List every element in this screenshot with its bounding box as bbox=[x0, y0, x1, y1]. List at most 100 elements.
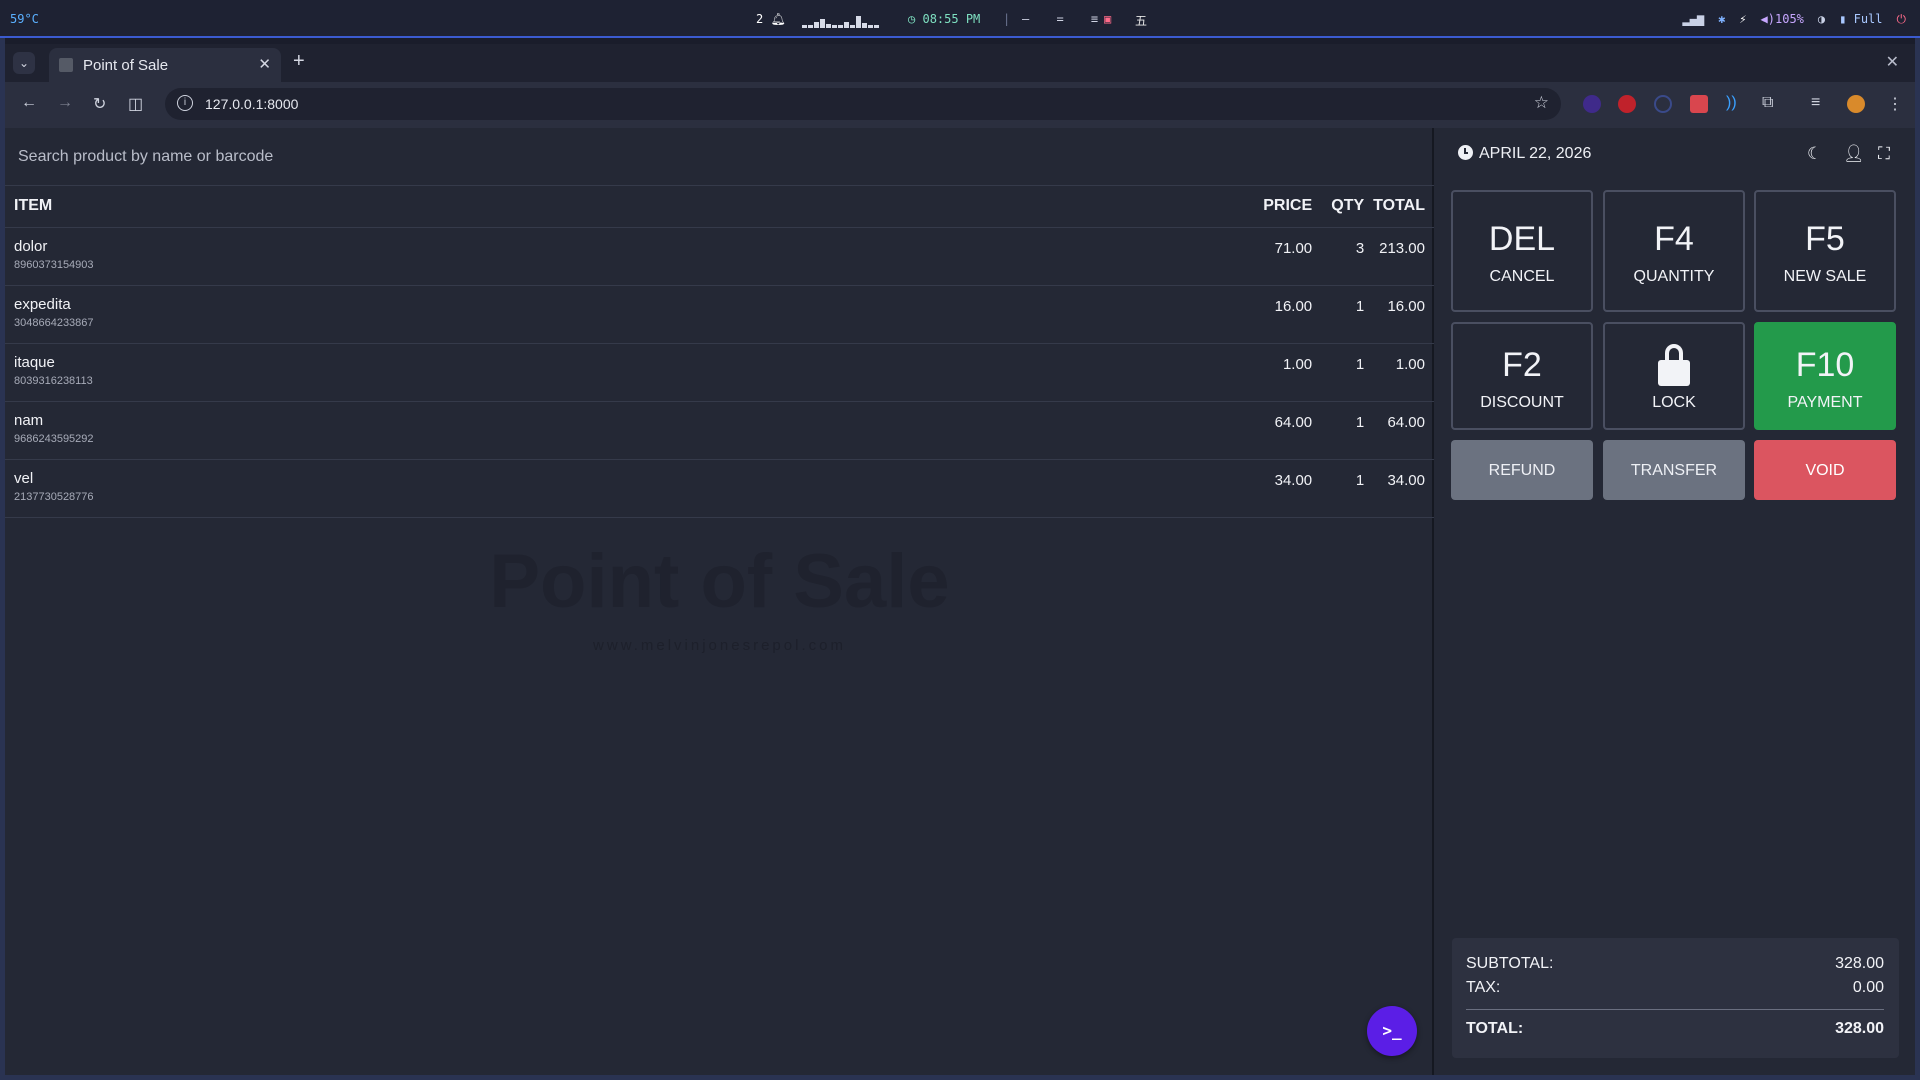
transfer-button[interactable]: TRANSFER bbox=[1603, 440, 1745, 500]
system-bar: 59°C 2 🔔︎ ◷ 08:55 PM | — = ≡ ▣ 五 ▂▄▆ ✱ ⚡… bbox=[0, 0, 1920, 38]
subtotal-value: 328.00 bbox=[1835, 955, 1884, 972]
temperature-readout: 59°C bbox=[10, 12, 39, 26]
item-qty: 1 bbox=[1321, 343, 1374, 402]
item-qty: 1 bbox=[1321, 401, 1374, 460]
key-label: TRANSFER bbox=[1630, 462, 1718, 479]
item-name: vel bbox=[14, 469, 34, 487]
table-row[interactable]: dolor 8960373154903 71.00 3 213.00 bbox=[5, 227, 1434, 286]
totals-divider bbox=[1466, 1009, 1884, 1010]
cancel-button[interactable]: DEL CANCEL bbox=[1451, 190, 1593, 312]
item-price: 1.00 bbox=[1251, 343, 1322, 402]
layout-indicator[interactable]: — = ≡ bbox=[1022, 12, 1108, 26]
item-barcode: 8960373154903 bbox=[14, 258, 94, 271]
tab-point-of-sale[interactable]: Point of Sale ✕ bbox=[49, 48, 281, 82]
tab-strip: ⌄ Point of Sale ✕ + ✕ bbox=[5, 44, 1915, 82]
volume-indicator[interactable]: ◀)105% bbox=[1761, 12, 1804, 27]
close-tab-icon[interactable]: ✕ bbox=[258, 55, 271, 73]
search-input[interactable] bbox=[5, 128, 1434, 186]
desktop-frame: 59°C 2 🔔︎ ◷ 08:55 PM | — = ≡ ▣ 五 ▂▄▆ ✱ ⚡… bbox=[0, 0, 1920, 1080]
address-bar[interactable]: i 127.0.0.1:8000 ☆ bbox=[165, 88, 1561, 120]
item-barcode: 8039316238113 bbox=[14, 374, 93, 387]
table-row[interactable]: expedita 3048664233867 16.00 1 16.00 bbox=[5, 285, 1434, 344]
totals-box: SUBTOTAL: 328.00 TAX: 0.00 TOTAL: 328.00 bbox=[1452, 938, 1899, 1058]
table-row[interactable]: nam 9686243595292 64.00 1 64.00 bbox=[5, 401, 1434, 460]
void-button[interactable]: VOID bbox=[1754, 440, 1896, 500]
workspace-kanji[interactable]: 五 bbox=[1135, 12, 1147, 29]
shutdown-icon[interactable]: ⏻ bbox=[1897, 12, 1907, 27]
extensions-puzzle-icon[interactable]: ⧉ bbox=[1762, 94, 1773, 112]
contrast-icon[interactable]: ◑ bbox=[1818, 12, 1825, 27]
extension-icon[interactable] bbox=[1654, 95, 1672, 113]
lock-icon bbox=[1658, 344, 1690, 386]
key-code: F10 bbox=[1795, 346, 1855, 384]
url-text[interactable]: 127.0.0.1:8000 bbox=[205, 96, 298, 112]
date-display: APRIL 22, 2026 bbox=[1458, 145, 1591, 163]
quantity-button[interactable]: F4 QUANTITY bbox=[1603, 190, 1745, 312]
forward-icon[interactable]: → bbox=[57, 94, 73, 112]
table-row[interactable]: vel 2137730528776 34.00 1 34.00 bbox=[5, 459, 1434, 518]
workspace-indicator[interactable]: 2 🔔︎ bbox=[756, 12, 786, 26]
search-bar bbox=[5, 128, 1434, 186]
item-cell: nam 9686243595292 bbox=[5, 401, 1252, 460]
item-price: 34.00 bbox=[1251, 459, 1322, 518]
fullscreen-icon[interactable]: ⛶ bbox=[1878, 144, 1890, 164]
audio-extension-icon[interactable]: )) bbox=[1726, 94, 1737, 112]
user-icon[interactable]: 👤︎ bbox=[1843, 144, 1865, 164]
header-price: PRICE bbox=[1251, 186, 1322, 228]
dark-mode-moon-icon[interactable]: ☾ bbox=[1807, 144, 1822, 164]
key-code: F5 bbox=[1805, 220, 1845, 258]
tray: ▂▄▆ ✱ ⚡ ◀)105% ◑ ▮ Full ⏻ bbox=[1682, 12, 1906, 27]
terminal-button[interactable]: >_ bbox=[1367, 1006, 1417, 1056]
window-border-right bbox=[1915, 38, 1920, 1080]
lock-button[interactable]: LOCK bbox=[1603, 322, 1745, 430]
item-total: 16.00 bbox=[1373, 285, 1434, 344]
watermark: Point of Sale www.melvinjonesrepol.com bbox=[5, 538, 1434, 654]
back-icon[interactable]: ← bbox=[21, 94, 37, 112]
item-cell: itaque 8039316238113 bbox=[5, 343, 1252, 402]
refund-button[interactable]: REFUND bbox=[1451, 440, 1593, 500]
item-barcode: 2137730528776 bbox=[14, 490, 94, 503]
item-barcode: 9686243595292 bbox=[14, 432, 94, 445]
cpu-graph bbox=[802, 12, 884, 28]
item-name: nam bbox=[14, 411, 44, 429]
payment-button[interactable]: F10 PAYMENT bbox=[1754, 322, 1896, 430]
item-qty: 1 bbox=[1321, 285, 1374, 344]
discount-button[interactable]: F2 DISCOUNT bbox=[1451, 322, 1593, 430]
battery-status: Full bbox=[1853, 12, 1883, 26]
cart-panel: ITEM PRICE QTY TOTAL dolor 8960373154903… bbox=[5, 128, 1434, 1075]
profile-avatar[interactable] bbox=[1847, 95, 1865, 113]
extension-icon[interactable] bbox=[1583, 95, 1601, 113]
browser-toolbar: ← → ↻ ◫ i 127.0.0.1:8000 ☆ )) ⧉ ≡ ⋮ bbox=[5, 82, 1915, 128]
site-info-icon[interactable]: i bbox=[177, 95, 193, 111]
item-price: 16.00 bbox=[1251, 285, 1322, 344]
bookmark-star-icon[interactable]: ☆ bbox=[1534, 93, 1549, 113]
close-window-icon[interactable]: ✕ bbox=[1886, 52, 1899, 72]
adblock-extension-icon[interactable] bbox=[1618, 95, 1636, 113]
clock-icon bbox=[1458, 145, 1473, 160]
power-icon[interactable]: ⚡ bbox=[1739, 12, 1746, 27]
bell-icon: 🔔︎ bbox=[770, 12, 786, 26]
menu-kebab-icon[interactable]: ⋮ bbox=[1887, 94, 1903, 114]
tab-search-button[interactable]: ⌄ bbox=[13, 52, 35, 74]
key-label: PAYMENT bbox=[1787, 394, 1863, 411]
new-tab-button[interactable]: + bbox=[293, 50, 305, 73]
item-total: 213.00 bbox=[1373, 227, 1434, 286]
extension-icon[interactable] bbox=[1690, 95, 1708, 113]
new-sale-button[interactable]: F5 NEW SALE bbox=[1754, 190, 1896, 312]
key-label: LOCK bbox=[1652, 394, 1696, 411]
split-view-icon[interactable]: ◫ bbox=[128, 94, 143, 114]
favicon-icon bbox=[59, 58, 73, 72]
battery-indicator[interactable]: ▮ Full bbox=[1839, 12, 1882, 27]
item-cell: dolor 8960373154903 bbox=[5, 227, 1252, 286]
signal-icon[interactable]: ▂▄▆ bbox=[1682, 12, 1704, 27]
bluetooth-icon[interactable]: ✱ bbox=[1718, 12, 1725, 27]
item-name: dolor bbox=[14, 237, 48, 255]
media-control-icon[interactable]: ≡ bbox=[1811, 94, 1820, 112]
table-row[interactable]: itaque 8039316238113 1.00 1 1.00 bbox=[5, 343, 1434, 402]
reload-icon[interactable]: ↻ bbox=[93, 94, 106, 114]
key-label: VOID bbox=[1805, 462, 1845, 479]
subtotal-row: SUBTOTAL: 328.00 bbox=[1466, 955, 1884, 973]
key-label: CANCEL bbox=[1489, 268, 1555, 285]
watermark-title: Point of Sale bbox=[489, 539, 950, 624]
app-indicator-icon[interactable]: ▣ bbox=[1104, 12, 1111, 26]
